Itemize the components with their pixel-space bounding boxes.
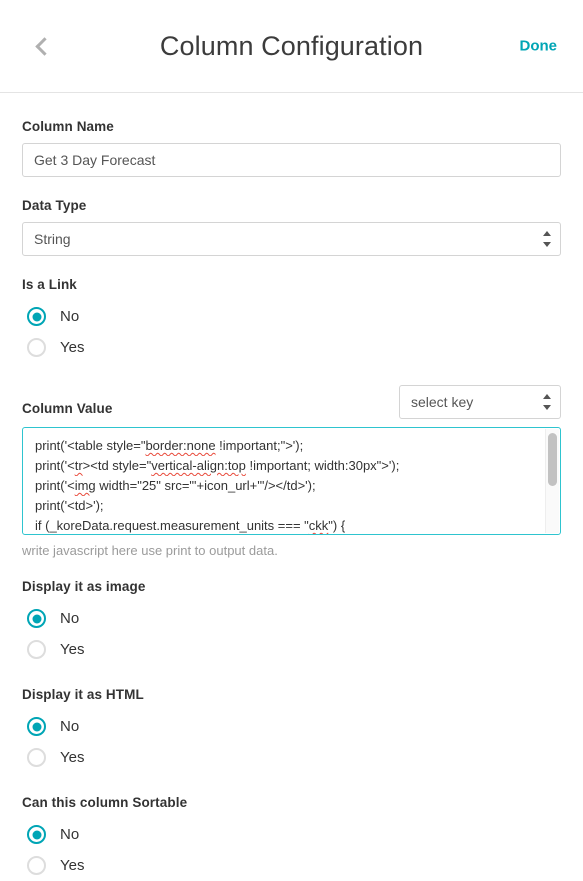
- column-configuration-form: Column Name Data Type Is a Link No Yes C…: [0, 93, 583, 881]
- column-value-header: Column Value: [22, 385, 561, 419]
- display-as-html-option-no[interactable]: No: [22, 711, 561, 742]
- field-sortable: Can this column Sortable No Yes: [22, 795, 561, 881]
- field-display-as-image: Display it as image No Yes: [22, 579, 561, 665]
- radio-icon-selected: [27, 717, 46, 736]
- code-line: print('<img width="25" src="'+icon_url+'…: [35, 478, 316, 493]
- radio-label: No: [60, 718, 80, 735]
- display-as-image-label: Display it as image: [22, 579, 146, 594]
- select-key-wrap: [399, 385, 561, 419]
- field-column-value: Column Value print('<table style="border…: [22, 385, 561, 558]
- data-type-select-wrap: [22, 222, 561, 256]
- display-as-html-label: Display it as HTML: [22, 687, 144, 702]
- radio-icon-unselected: [27, 748, 46, 767]
- radio-icon-selected: [27, 307, 46, 326]
- radio-icon-selected: [27, 609, 46, 628]
- is-a-link-option-yes[interactable]: Yes: [22, 332, 561, 363]
- radio-icon-unselected: [27, 640, 46, 659]
- sortable-option-yes[interactable]: Yes: [22, 850, 561, 881]
- column-value-helper-text: write javascript here use print to outpu…: [22, 543, 278, 558]
- radio-label: Yes: [60, 339, 85, 356]
- field-is-a-link: Is a Link No Yes: [22, 277, 561, 363]
- field-display-as-html: Display it as HTML No Yes: [22, 687, 561, 773]
- column-name-label: Column Name: [22, 119, 114, 134]
- code-line: print('<td>');: [35, 498, 104, 513]
- is-a-link-option-no[interactable]: No: [22, 301, 561, 332]
- display-as-html-option-yes[interactable]: Yes: [22, 742, 561, 773]
- sortable-label: Can this column Sortable: [22, 795, 188, 810]
- back-button[interactable]: [22, 26, 62, 66]
- column-name-input[interactable]: [22, 143, 561, 177]
- chevron-left-icon: [34, 36, 54, 56]
- done-button[interactable]: Done: [512, 32, 566, 61]
- code-line: print('<table style="border:none !import…: [35, 438, 304, 453]
- radio-label: No: [60, 610, 80, 627]
- is-a-link-label: Is a Link: [22, 277, 77, 292]
- display-as-image-option-yes[interactable]: Yes: [22, 634, 561, 665]
- field-column-name: Column Name: [22, 119, 561, 177]
- app-header: Column Configuration Done: [0, 0, 583, 93]
- radio-label: Yes: [60, 857, 85, 874]
- code-editor-scrollbar[interactable]: [545, 429, 559, 533]
- radio-label: No: [60, 826, 80, 843]
- data-type-select[interactable]: [22, 222, 561, 256]
- data-type-label: Data Type: [22, 198, 87, 213]
- radio-icon-selected: [27, 825, 46, 844]
- page-title: Column Configuration: [159, 30, 424, 61]
- radio-icon-unselected: [27, 338, 46, 357]
- field-data-type: Data Type: [22, 198, 561, 256]
- radio-label: Yes: [60, 749, 85, 766]
- select-key-dropdown[interactable]: [399, 385, 561, 419]
- display-as-image-option-no[interactable]: No: [22, 603, 561, 634]
- column-value-label: Column Value: [22, 401, 113, 416]
- code-line: print('<tr><td style="vertical-align:top…: [35, 458, 400, 473]
- radio-label: Yes: [60, 641, 85, 658]
- code-lines: print('<table style="border:none !import…: [23, 436, 560, 534]
- code-line: if (_koreData.request.measurement_units …: [35, 518, 346, 533]
- radio-icon-unselected: [27, 856, 46, 875]
- radio-label: No: [60, 308, 80, 325]
- scrollbar-thumb[interactable]: [548, 433, 557, 486]
- column-value-code-editor[interactable]: print('<table style="border:none !import…: [22, 427, 561, 535]
- sortable-option-no[interactable]: No: [22, 819, 561, 850]
